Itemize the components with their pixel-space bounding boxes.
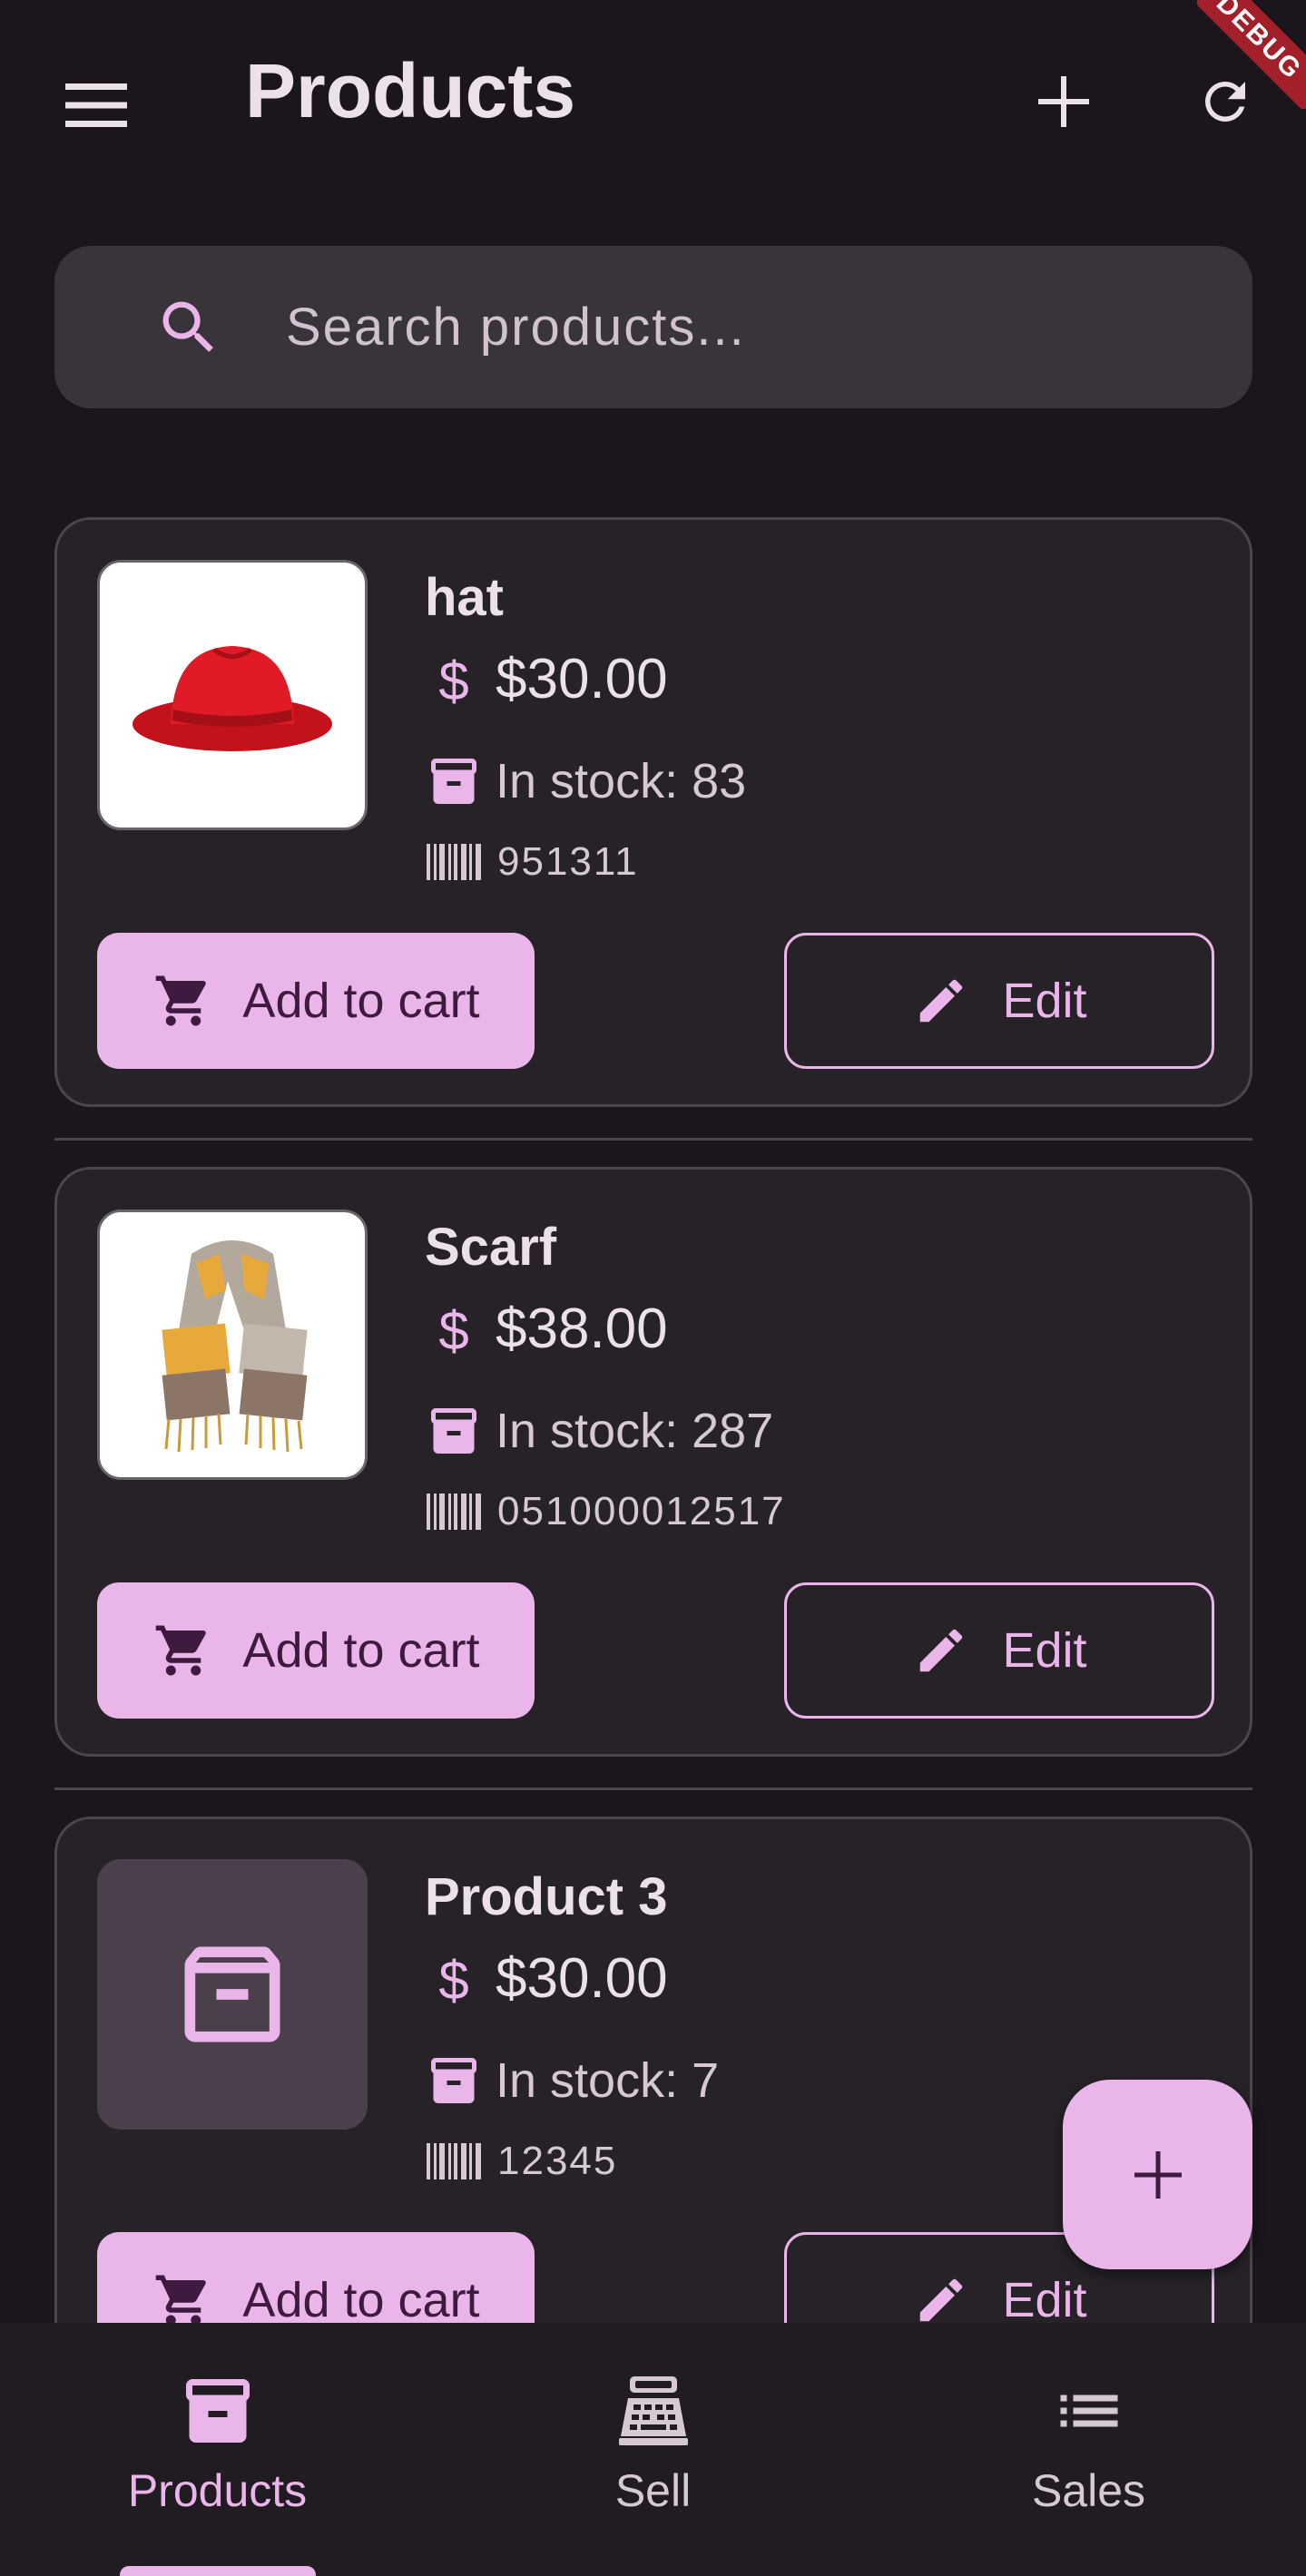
- product-price: $30.00: [496, 648, 668, 710]
- cart-icon: [152, 1619, 215, 1682]
- search-input[interactable]: [286, 246, 1212, 408]
- product-barcode: 12345: [497, 2139, 618, 2183]
- add-to-cart-label: Add to cart: [242, 1623, 480, 1678]
- inventory-icon: [177, 2370, 259, 2452]
- app-bar: Products DEBUG: [0, 0, 1306, 195]
- page-title: Products: [245, 48, 576, 133]
- stock-row: In stock: 7: [425, 2052, 719, 2110]
- nav-item-sales[interactable]: Sales: [871, 2323, 1306, 2576]
- cash-register-icon: [613, 2370, 694, 2452]
- stock-row: In stock: 287: [425, 1402, 773, 1460]
- dollar-icon: $: [425, 651, 483, 709]
- product-card[interactable]: Scarf $ $38.00 In stock: 287 05100001251…: [54, 1167, 1252, 1757]
- scarf-image: [162, 1240, 308, 1453]
- add-to-cart-label: Add to cart: [242, 2273, 480, 2323]
- bottom-navigation: Products Sell Sales: [0, 2323, 1306, 2576]
- product-card[interactable]: hat $ $30.00 In stock: 83 951311 Add to …: [54, 517, 1252, 1107]
- edit-button[interactable]: Edit: [784, 933, 1214, 1069]
- product-price: $38.00: [496, 1298, 668, 1360]
- barcode-row: 951311: [425, 839, 639, 885]
- product-image: [97, 560, 368, 830]
- stock-row: In stock: 83: [425, 752, 746, 810]
- svg-text:$: $: [438, 1300, 468, 1358]
- cart-icon: [152, 969, 215, 1033]
- price-row: $ $30.00: [425, 647, 668, 711]
- list-icon: [1048, 2370, 1130, 2452]
- active-indicator: [120, 2566, 316, 2576]
- nav-label: Sales: [1031, 2465, 1146, 2516]
- edit-label: Edit: [1002, 2273, 1087, 2323]
- divider: [54, 1788, 1252, 1790]
- product-barcode: 951311: [497, 839, 639, 884]
- barcode-row: 051000012517: [425, 1489, 786, 1534]
- barcode-row: 12345: [425, 2139, 617, 2184]
- product-name: Product 3: [425, 1867, 668, 1926]
- add-to-cart-button[interactable]: Add to cart: [97, 2232, 535, 2323]
- pencil-icon: [911, 2270, 971, 2323]
- inventory-icon: [425, 1402, 483, 1460]
- product-stock: In stock: 83: [496, 754, 747, 808]
- search-bar[interactable]: [54, 246, 1252, 408]
- edit-button[interactable]: Edit: [784, 1582, 1214, 1719]
- product-list: hat $ $30.00 In stock: 83 951311 Add to …: [0, 517, 1306, 2323]
- add-icon: [1134, 2150, 1182, 2199]
- search-icon: [162, 301, 213, 352]
- product-barcode: 051000012517: [497, 1489, 786, 1533]
- product-name: Scarf: [425, 1218, 557, 1277]
- add-to-cart-button[interactable]: Add to cart: [97, 933, 535, 1069]
- barcode-icon: [425, 1491, 485, 1533]
- product-price: $30.00: [496, 1947, 668, 2010]
- red-hat-image: [133, 646, 332, 751]
- nav-item-sell[interactable]: Sell: [436, 2323, 870, 2576]
- menu-icon: [65, 83, 127, 127]
- pencil-icon: [911, 1621, 971, 1680]
- debug-banner: DEBUG: [1197, 0, 1306, 109]
- dollar-icon: $: [425, 1300, 483, 1358]
- barcode-icon: [425, 2140, 485, 2182]
- nav-label: Sell: [614, 2465, 692, 2516]
- svg-text:$: $: [438, 1950, 468, 2008]
- placeholder-box-icon: [184, 1946, 280, 2042]
- cart-icon: [152, 2268, 215, 2323]
- inventory-icon: [425, 2052, 483, 2110]
- edit-label: Edit: [1002, 974, 1087, 1028]
- product-name: hat: [425, 568, 504, 627]
- add-product-button[interactable]: [1018, 56, 1109, 147]
- add-to-cart-button[interactable]: Add to cart: [97, 1582, 535, 1719]
- svg-text:$: $: [438, 651, 468, 709]
- nav-label: Products: [127, 2465, 308, 2516]
- pencil-icon: [911, 971, 971, 1031]
- add-product-fab[interactable]: [1063, 2080, 1252, 2269]
- divider: [54, 1138, 1252, 1141]
- add-to-cart-label: Add to cart: [242, 974, 480, 1028]
- inventory-icon: [425, 752, 483, 810]
- product-image-placeholder: [97, 1859, 368, 2130]
- edit-label: Edit: [1002, 1623, 1087, 1678]
- dollar-icon: $: [425, 1950, 483, 2008]
- menu-button[interactable]: [53, 62, 140, 149]
- product-image: [97, 1210, 368, 1480]
- product-stock: In stock: 287: [496, 1404, 774, 1458]
- price-row: $ $38.00: [425, 1297, 668, 1361]
- add-icon: [1038, 76, 1089, 127]
- nav-item-products[interactable]: Products: [0, 2323, 435, 2576]
- price-row: $ $30.00: [425, 1946, 668, 2011]
- product-stock: In stock: 7: [496, 2053, 720, 2108]
- barcode-icon: [425, 841, 485, 883]
